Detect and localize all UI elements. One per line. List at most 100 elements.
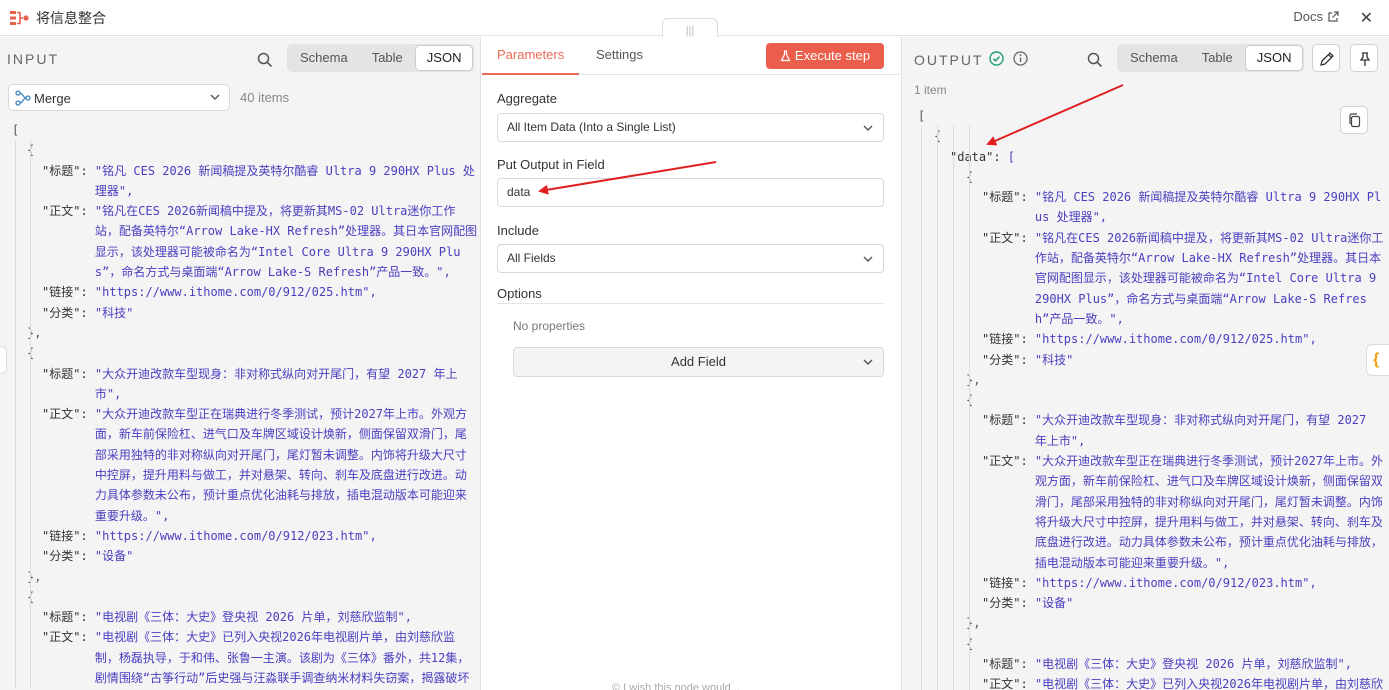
chevron-down-icon bbox=[210, 94, 220, 100]
options-divider bbox=[497, 303, 884, 304]
tab-parameters[interactable]: Parameters bbox=[497, 47, 564, 62]
indent-guide bbox=[30, 140, 31, 689]
json-line: { bbox=[918, 390, 1384, 410]
json-line: "分类": "设备" bbox=[918, 593, 1384, 613]
input-json-viewer[interactable]: [{"标题": "铭凡 CES 2026 新闻稿提及英特尔酷睿 Ultra 9 … bbox=[12, 120, 478, 689]
json-line: "正文": "大众开迪改款车型正在瑞典进行冬季测试，预计2027年上市。外观方面… bbox=[918, 451, 1384, 573]
indent-guide bbox=[921, 126, 922, 690]
json-line: "标题": "电视剧《三体：大史》登央视 2026 片单，刘慈欣监制", bbox=[918, 654, 1384, 674]
json-line: "链接": "https://www.ithome.com/0/912/025.… bbox=[12, 282, 478, 302]
input-source-select[interactable]: Merge bbox=[8, 84, 230, 111]
output-tab-table[interactable]: Table bbox=[1191, 46, 1244, 70]
left-collapse-tab[interactable] bbox=[0, 346, 7, 374]
include-select[interactable]: All Fields bbox=[497, 244, 884, 273]
json-value: "铭凡在CES 2026新闻稿中提及，将更新其MS-02 Ultra迷你工作站，… bbox=[1034, 230, 1384, 326]
json-value: "电视剧《三体：大史》登央视 2026 片单，刘慈欣监制", bbox=[94, 610, 412, 625]
json-key: "正文": bbox=[982, 677, 1035, 690]
input-items-count: 40 items bbox=[240, 90, 290, 105]
json-line: "标题": "铭凡 CES 2026 新闻稿提及英特尔酷睿 Ultra 9 29… bbox=[12, 161, 478, 202]
json-line: "正文": "电视剧《三体：大史》已列入央视2026年电视剧片单，由刘慈欣 bbox=[918, 674, 1384, 690]
json-bracket: [ bbox=[12, 123, 20, 137]
json-key: "正文": bbox=[42, 630, 95, 645]
json-value: "铭凡在CES 2026新闻稿中提及，将更新其MS-02 Ultra迷你工作站，… bbox=[94, 204, 478, 280]
json-key: "标题": bbox=[42, 610, 95, 625]
json-key: "正文": bbox=[982, 230, 1035, 245]
input-section-label: INPUT bbox=[7, 51, 59, 67]
json-line: { bbox=[918, 634, 1384, 654]
json-line: }, bbox=[12, 567, 478, 587]
output-tab-json[interactable]: JSON bbox=[1245, 46, 1303, 70]
json-key: "标题": bbox=[982, 413, 1035, 428]
indent-guide bbox=[15, 140, 16, 689]
json-line: "标题": "大众开迪改款车型现身：非对称式纵向对开尾门，有望 2027 年上市… bbox=[12, 364, 478, 405]
json-line: { bbox=[918, 126, 1384, 146]
aggregate-select[interactable]: All Item Data (Into a Single List) bbox=[497, 113, 884, 142]
json-key: "正文": bbox=[982, 454, 1035, 469]
input-tab-table[interactable]: Table bbox=[361, 46, 414, 70]
json-key: "链接": bbox=[982, 332, 1035, 347]
pin-icon bbox=[1359, 52, 1371, 66]
docs-link[interactable]: Docs bbox=[1293, 9, 1339, 24]
node-title[interactable]: 将信息整合 bbox=[36, 8, 106, 28]
input-source-label: Merge bbox=[34, 91, 71, 106]
chevron-down-icon bbox=[863, 125, 873, 131]
aggregate-value: All Item Data (Into a Single List) bbox=[507, 120, 676, 134]
edit-output-button[interactable] bbox=[1312, 44, 1340, 72]
output-tab-schema[interactable]: Schema bbox=[1119, 46, 1189, 70]
include-label: Include bbox=[497, 223, 539, 238]
parameters-panel: Parameters Settings Execute step Aggrega… bbox=[482, 37, 900, 690]
json-line: "标题": "电视剧《三体：大史》登央视 2026 片单，刘慈欣监制", bbox=[12, 607, 478, 627]
json-line: [ bbox=[918, 106, 1384, 126]
json-line: "正文": "铭凡在CES 2026新闻稿中提及，将更新其MS-02 Ultra… bbox=[12, 201, 478, 282]
json-value: "设备" bbox=[94, 549, 134, 564]
external-link-icon bbox=[1328, 11, 1339, 22]
json-line: "data": [ bbox=[918, 147, 1384, 167]
input-tab-json[interactable]: JSON bbox=[415, 46, 473, 70]
flask-icon bbox=[780, 50, 791, 62]
json-line: "分类": "科技" bbox=[12, 303, 478, 323]
code-braces-tab[interactable]: { bbox=[1366, 344, 1389, 376]
execute-step-label: Execute step bbox=[794, 48, 871, 63]
input-tab-schema[interactable]: Schema bbox=[289, 46, 359, 70]
feedback-hint[interactable]: © I wish this node would... bbox=[612, 682, 740, 690]
json-line: }, bbox=[918, 613, 1384, 633]
json-line: "分类": "设备" bbox=[12, 546, 478, 566]
aggregate-label: Aggregate bbox=[497, 91, 557, 106]
json-value: "大众开迪改款车型现身：非对称式纵向对开尾门，有望 2027 年上市", bbox=[94, 366, 458, 401]
info-icon[interactable] bbox=[1013, 51, 1028, 66]
indent-guide bbox=[953, 126, 954, 690]
active-tab-underline bbox=[482, 73, 579, 75]
json-line: { bbox=[12, 140, 478, 160]
json-line: { bbox=[12, 343, 478, 363]
json-key: "正文": bbox=[42, 407, 95, 422]
search-icon[interactable] bbox=[1087, 52, 1103, 68]
execute-step-button[interactable]: Execute step bbox=[766, 43, 884, 69]
json-key: "标题": bbox=[982, 657, 1035, 672]
output-json-viewer[interactable]: [{"data": [{"标题": "铭凡 CES 2026 新闻稿提及英特尔酷… bbox=[918, 106, 1384, 690]
json-line: [ bbox=[12, 120, 478, 140]
json-value: "大众开迪改款车型正在瑞典进行冬季测试，预计2027年上市。外观方面，新车前保险… bbox=[1034, 454, 1384, 570]
search-icon[interactable] bbox=[257, 52, 273, 68]
close-button[interactable]: ✕ bbox=[1360, 8, 1373, 28]
indent-guide bbox=[937, 126, 938, 690]
include-value: All Fields bbox=[507, 251, 556, 265]
add-field-button[interactable]: Add Field bbox=[513, 347, 884, 377]
json-value: "铭凡 CES 2026 新闻稿提及英特尔酷睿 Ultra 9 290HX Pl… bbox=[94, 163, 475, 198]
json-line: }, bbox=[12, 323, 478, 343]
json-value: "https://www.ithome.com/0/912/023.htm", bbox=[1034, 575, 1317, 590]
json-line: { bbox=[918, 167, 1384, 187]
json-line: }, bbox=[918, 370, 1384, 390]
pin-data-button[interactable] bbox=[1350, 44, 1378, 72]
tab-settings[interactable]: Settings bbox=[596, 47, 643, 62]
pencil-icon bbox=[1320, 52, 1334, 66]
json-value: "大众开迪改款车型正在瑞典进行冬季测试，预计2027年上市。外观方面，新车前保险… bbox=[94, 407, 468, 523]
json-key: "标题": bbox=[42, 163, 95, 178]
json-value: "电视剧《三体：大史》已列入央视2026年电视剧片单，由刘慈欣 bbox=[1034, 677, 1384, 690]
json-line: "标题": "大众开迪改款车型现身：非对称式纵向对开尾门，有望 2027 年上市… bbox=[918, 410, 1384, 451]
parameters-tabs: Parameters Settings Execute step bbox=[482, 37, 900, 75]
no-properties-text: No properties bbox=[513, 319, 586, 333]
json-value: "设备" bbox=[1034, 596, 1074, 611]
put-output-field-input[interactable]: data bbox=[497, 178, 884, 207]
docs-label: Docs bbox=[1293, 9, 1323, 24]
input-panel: INPUT Schema Table JSON Merge 40 items [… bbox=[0, 37, 481, 690]
